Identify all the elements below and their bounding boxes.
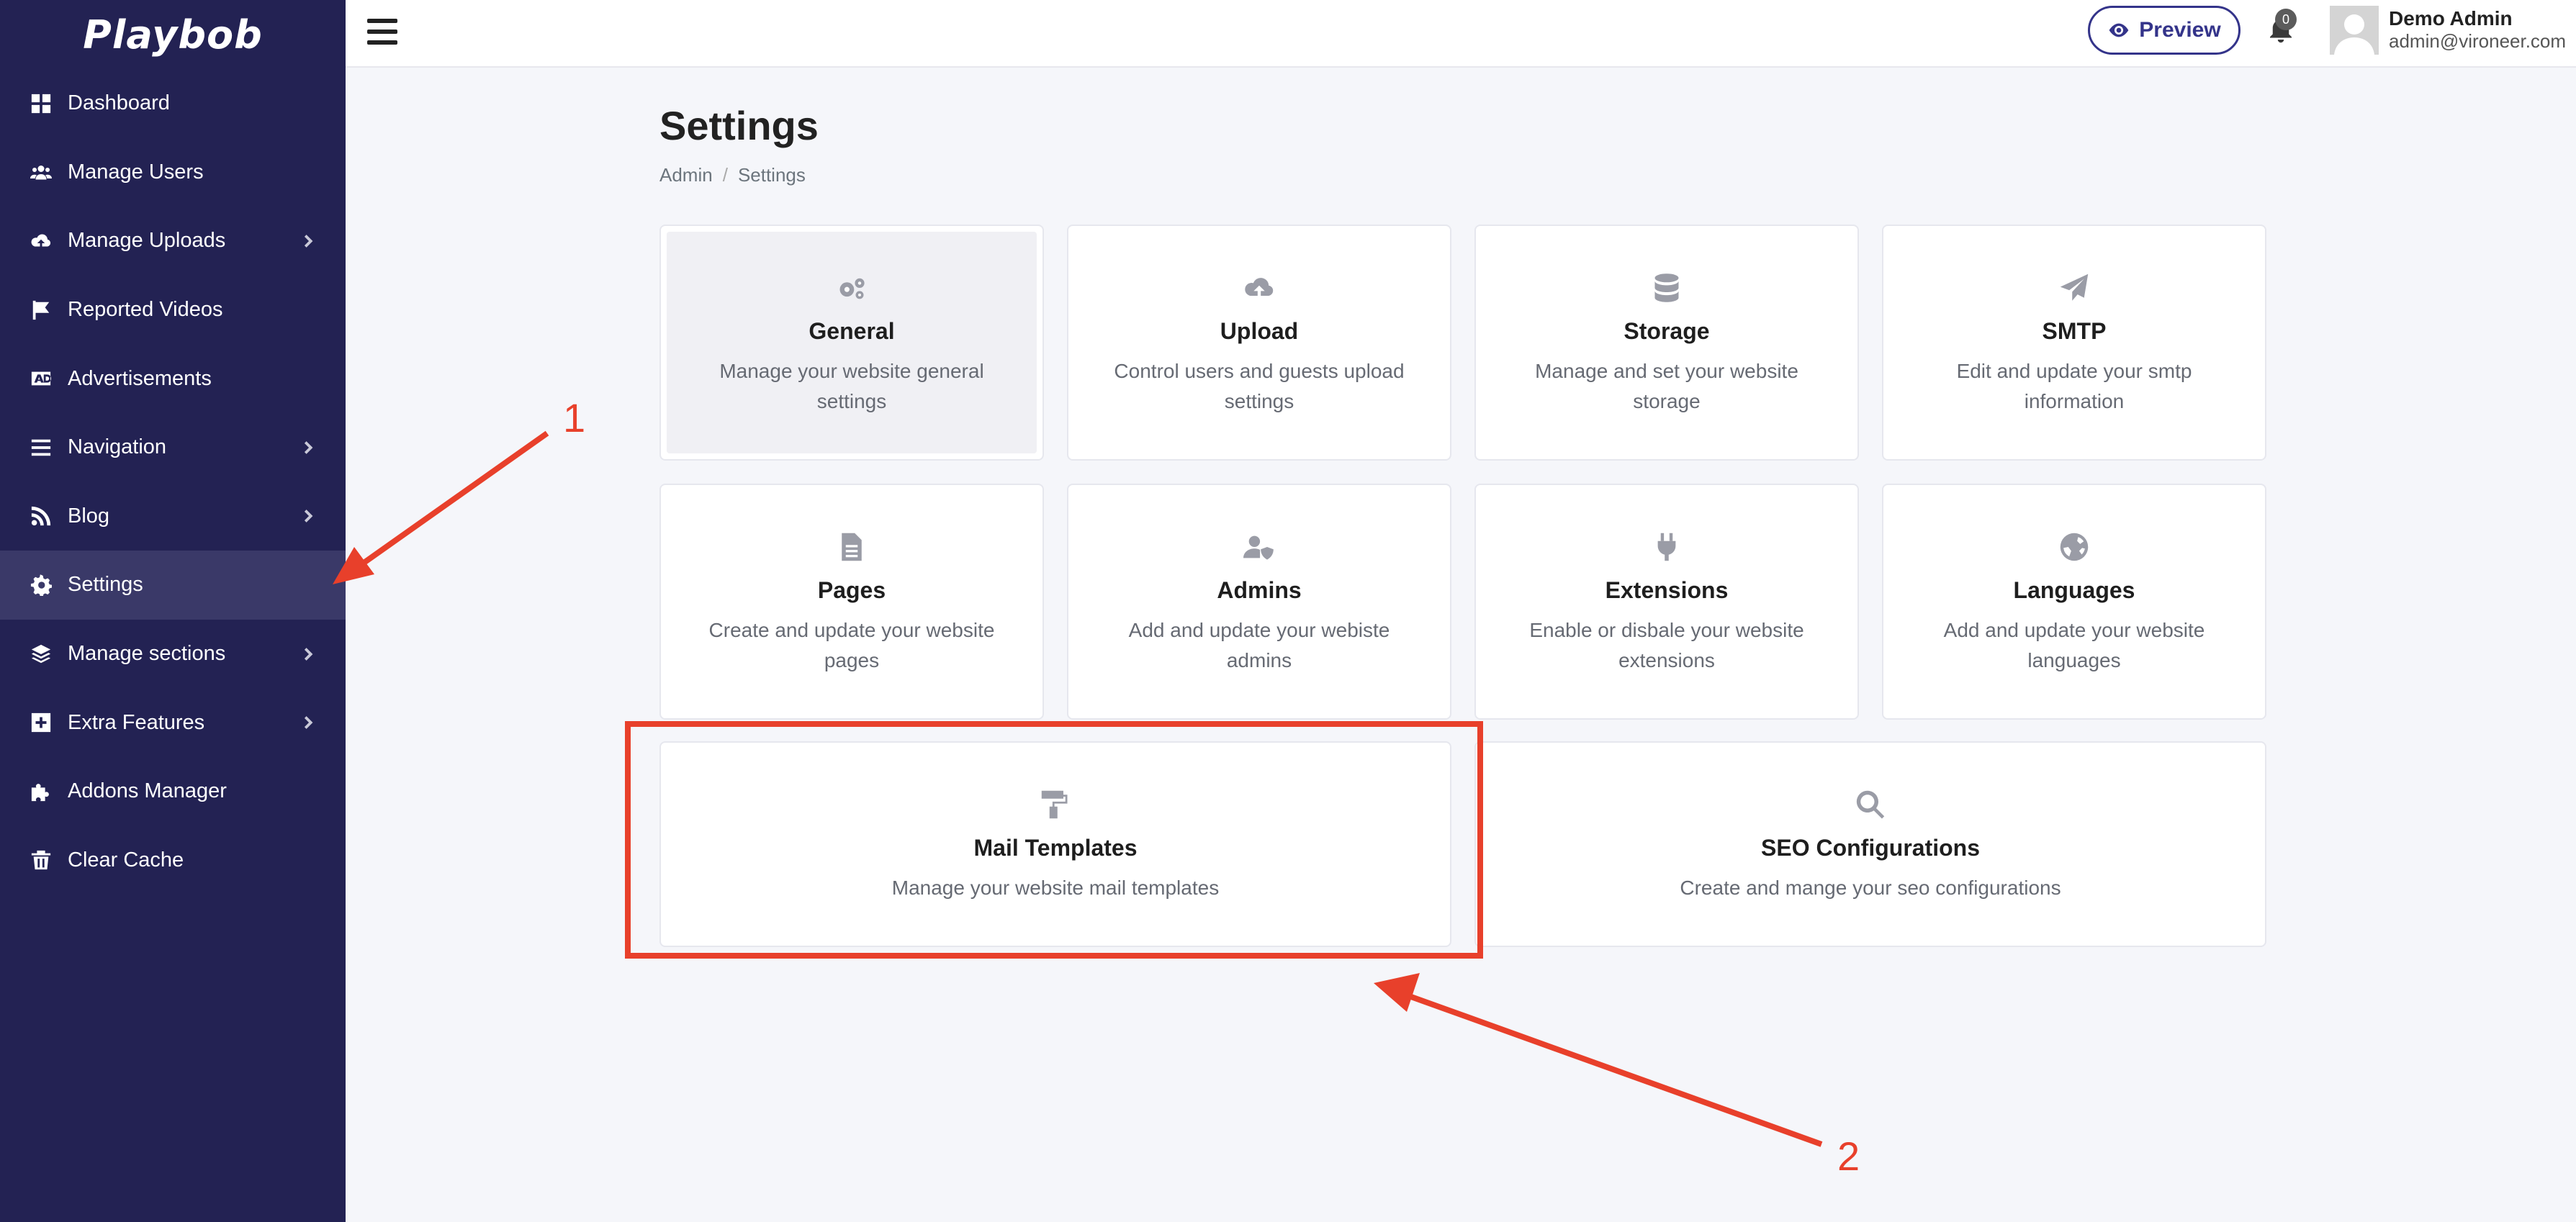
ad-icon xyxy=(29,366,53,391)
annotation-label-2: 2 xyxy=(1837,1133,1860,1179)
settings-card-general[interactable]: General Manage your website general sett… xyxy=(659,225,1044,461)
user-shield-icon xyxy=(1242,530,1276,564)
trash-icon xyxy=(29,848,53,872)
database-icon xyxy=(1649,271,1684,305)
card-description: Enable or disbale your website extension… xyxy=(1529,619,1804,671)
settings-card-seo-configurations[interactable]: SEO Configurations Create and mange your… xyxy=(1474,741,2266,947)
annotation-label-1: 1 xyxy=(563,395,586,440)
globe-icon xyxy=(2057,530,2091,564)
sidebar-item-label: Settings xyxy=(68,573,143,597)
card-description: Manage your website general settings xyxy=(719,360,984,412)
sidebar-item-settings[interactable]: Settings xyxy=(0,551,346,620)
sidebar-item-dashboard[interactable]: Dashboard xyxy=(0,69,346,138)
cloud-upload-icon xyxy=(29,229,53,253)
settings-card-languages[interactable]: Languages Add and update your website la… xyxy=(1882,484,2266,720)
sidebar-item-extra-features[interactable]: Extra Features xyxy=(0,688,346,757)
cloud-upload-icon xyxy=(1242,271,1276,305)
layers-icon xyxy=(29,642,53,666)
breadcrumb-current: Settings xyxy=(737,164,806,186)
gears-icon xyxy=(834,271,869,305)
breadcrumb-separator: / xyxy=(722,164,728,186)
sidebar-item-reported-videos[interactable]: Reported Videos xyxy=(0,276,346,345)
preview-button-label: Preview xyxy=(2139,18,2221,42)
sidebar: Playbob Dashboard Manage Users Manage Up… xyxy=(0,0,346,1222)
sidebar-item-blog[interactable]: Blog xyxy=(0,482,346,551)
user-name[interactable]: Demo Admin xyxy=(2389,7,2513,30)
sidebar-item-label: Advertisements xyxy=(68,366,212,390)
card-description: Control users and guests upload settings xyxy=(1114,360,1405,412)
sidebar-item-label: Extra Features xyxy=(68,710,205,734)
flag-icon xyxy=(29,298,53,322)
users-icon xyxy=(29,160,53,184)
sidebar-item-label: Manage Uploads xyxy=(68,229,226,253)
sidebar-item-label: Addons Manager xyxy=(68,779,227,803)
preview-button[interactable]: Preview xyxy=(2088,6,2241,55)
settings-card-extensions[interactable]: Extensions Enable or disbale your websit… xyxy=(1474,484,1859,720)
sidebar-item-label: Navigation xyxy=(68,435,167,459)
card-title: SMTP xyxy=(2042,318,2107,344)
card-title: Storage xyxy=(1623,318,1710,344)
card-title: Extensions xyxy=(1605,577,1729,603)
card-description: Edit and update your smtp information xyxy=(1956,360,2192,412)
user-email: admin@vironeer.com xyxy=(2389,30,2567,52)
chevron-right-icon xyxy=(300,232,317,250)
settings-card-upload[interactable]: Upload Control users and guests upload s… xyxy=(1067,225,1451,461)
sidebar-item-manage-users[interactable]: Manage Users xyxy=(0,138,346,207)
sidebar-item-label: Blog xyxy=(68,504,110,528)
card-title: General xyxy=(809,318,895,344)
card-title: Pages xyxy=(817,577,886,603)
card-title: SEO Configurations xyxy=(1761,835,1980,861)
card-description: Manage and set your website storage xyxy=(1535,360,1798,412)
topbar: Preview 0 Demo Admin admin@vironeer.com xyxy=(346,0,2576,68)
rss-icon xyxy=(29,504,53,528)
file-icon xyxy=(834,530,869,564)
app-logo[interactable]: Playbob xyxy=(0,0,346,69)
plus-square-icon xyxy=(29,710,53,735)
puzzle-icon xyxy=(29,779,53,804)
highlight-box xyxy=(625,721,1483,959)
card-description: Add and update your webiste admins xyxy=(1128,619,1390,671)
sidebar-item-manage-uploads[interactable]: Manage Uploads xyxy=(0,207,346,276)
sidebar-item-addons-manager[interactable]: Addons Manager xyxy=(0,757,346,826)
card-title: Languages xyxy=(2013,577,2135,603)
settings-card-pages[interactable]: Pages Create and update your website pag… xyxy=(659,484,1044,720)
paper-plane-icon xyxy=(2057,271,2091,305)
plug-icon xyxy=(1649,530,1684,564)
card-description: Add and update your website languages xyxy=(1943,619,2205,671)
sidebar-item-advertisements[interactable]: Advertisements xyxy=(0,344,346,413)
sidebar-item-manage-sections[interactable]: Manage sections xyxy=(0,620,346,689)
eye-icon xyxy=(2109,23,2129,37)
card-description: Create and update your website pages xyxy=(708,619,995,671)
card-description: Create and mange your seo configurations xyxy=(1680,877,2061,899)
bars-icon xyxy=(29,435,53,460)
settings-card-storage[interactable]: Storage Manage and set your website stor… xyxy=(1474,225,1859,461)
sidebar-item-label: Reported Videos xyxy=(68,298,223,322)
page-title: Settings xyxy=(659,103,819,148)
avatar[interactable] xyxy=(2330,6,2379,55)
settings-card-admins[interactable]: Admins Add and update your webiste admin… xyxy=(1067,484,1451,720)
dashboard-icon xyxy=(29,91,53,116)
search-icon xyxy=(1853,787,1888,822)
gear-icon xyxy=(29,573,53,597)
notification-badge: 0 xyxy=(2275,9,2297,30)
breadcrumb-admin[interactable]: Admin xyxy=(659,164,713,186)
sidebar-item-label: Dashboard xyxy=(68,91,170,115)
sidebar-nav: Dashboard Manage Users Manage Uploads Re… xyxy=(0,69,346,895)
chevron-right-icon xyxy=(300,507,317,525)
breadcrumb: Admin / Settings xyxy=(659,164,806,186)
settings-card-smtp[interactable]: SMTP Edit and update your smtp informati… xyxy=(1882,225,2266,461)
chevron-right-icon xyxy=(300,439,317,456)
sidebar-item-label: Manage sections xyxy=(68,642,226,666)
chevron-right-icon xyxy=(300,646,317,663)
chevron-right-icon xyxy=(300,714,317,731)
sidebar-item-label: Manage Users xyxy=(68,160,204,184)
sidebar-item-navigation[interactable]: Navigation xyxy=(0,413,346,482)
card-title: Admins xyxy=(1217,577,1302,603)
menu-toggle-icon[interactable] xyxy=(367,19,397,45)
sidebar-item-label: Clear Cache xyxy=(68,848,184,872)
sidebar-item-clear-cache[interactable]: Clear Cache xyxy=(0,826,346,895)
card-title: Upload xyxy=(1220,318,1299,344)
